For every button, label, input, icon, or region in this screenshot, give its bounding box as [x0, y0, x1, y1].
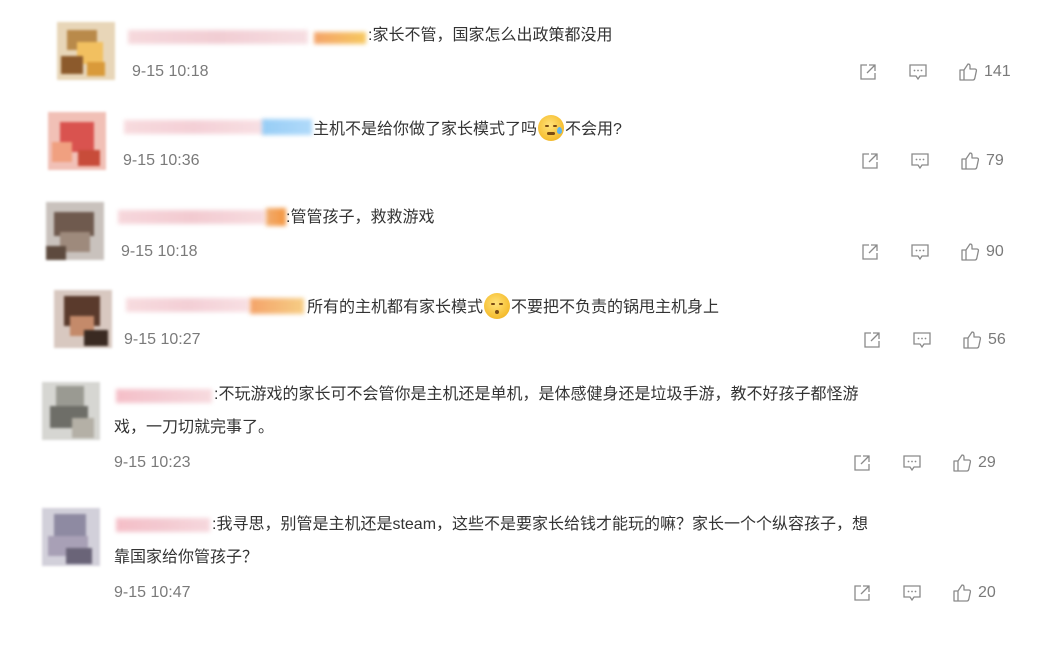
- comment-text: :我寻思，别管是主机还是steam，这些不是要家长给钱才能玩的嘛？家长一个个纵容…: [212, 516, 869, 533]
- timestamp: 9-15 10:27: [124, 331, 201, 348]
- share-icon[interactable]: [860, 151, 880, 171]
- comment-text: :家长不管，国家怎么出政策都没用: [368, 27, 613, 44]
- share-icon[interactable]: [862, 330, 882, 350]
- avatar[interactable]: [46, 202, 104, 260]
- thumbs-up-icon[interactable]: [960, 242, 980, 262]
- user-badge: [250, 298, 304, 314]
- comment-actions: 90: [860, 240, 1004, 264]
- username[interactable]: [116, 389, 212, 403]
- like-count: 141: [984, 63, 1011, 80]
- share-icon[interactable]: [852, 583, 872, 603]
- comment-actions: 79: [860, 149, 1004, 173]
- username[interactable]: [124, 120, 264, 134]
- like-count: 29: [978, 454, 996, 471]
- comment-icon[interactable]: [910, 151, 930, 171]
- comment-text: 主机不是给你做了家长模式了吗 不会用?: [313, 115, 622, 141]
- user-badge: [262, 119, 312, 135]
- share-icon[interactable]: [858, 62, 878, 82]
- avatar[interactable]: [54, 290, 112, 348]
- comment-text: :管管孩子，救救游戏: [286, 209, 435, 226]
- sweat-smile-emoji: [538, 115, 565, 141]
- thumbs-up-icon[interactable]: [960, 151, 980, 171]
- comment-icon[interactable]: [902, 583, 922, 603]
- comment-text: 所有的主机都有家长模式 不要把不负责的锅甩主机身上: [307, 293, 719, 319]
- comment-actions: 56: [862, 328, 1006, 352]
- user-badge: [314, 32, 366, 44]
- share-icon[interactable]: [852, 453, 872, 473]
- comment-icon[interactable]: [910, 242, 930, 262]
- comment-text-continuation: 靠国家给你管孩子？: [114, 549, 259, 566]
- comment-icon[interactable]: [902, 453, 922, 473]
- comment-icon[interactable]: [908, 62, 928, 82]
- username[interactable]: [116, 518, 210, 532]
- timestamp: 9-15 10:36: [123, 152, 200, 169]
- thumbs-up-icon[interactable]: [952, 583, 972, 603]
- timestamp: 9-15 10:18: [132, 63, 209, 80]
- shush-emoji: [484, 293, 511, 319]
- comment-text: :不玩游戏的家长可不会管你是主机还是单机，是体感健身还是垃圾手游，教不好孩子都怪…: [214, 386, 859, 403]
- like-count: 56: [988, 331, 1006, 348]
- thumbs-up-icon[interactable]: [952, 453, 972, 473]
- like-count: 90: [986, 243, 1004, 260]
- thumbs-up-icon[interactable]: [958, 62, 978, 82]
- avatar[interactable]: [42, 382, 100, 440]
- thumbs-up-icon[interactable]: [962, 330, 982, 350]
- comment-actions: 29: [852, 451, 996, 475]
- comment-actions: 141: [858, 60, 1011, 84]
- timestamp: 9-15 10:18: [121, 243, 198, 260]
- username[interactable]: [128, 30, 308, 44]
- like-count: 79: [986, 152, 1004, 169]
- comment-text-continuation: 戏，一刀切就完事了。: [114, 419, 275, 436]
- avatar[interactable]: [42, 508, 100, 566]
- timestamp: 9-15 10:47: [114, 584, 191, 601]
- comment-actions: 20: [852, 581, 996, 605]
- like-count: 20: [978, 584, 996, 601]
- avatar[interactable]: [57, 22, 115, 80]
- share-icon[interactable]: [860, 242, 880, 262]
- avatar[interactable]: [48, 112, 106, 170]
- timestamp: 9-15 10:23: [114, 454, 191, 471]
- user-badge: [266, 208, 286, 226]
- comment-icon[interactable]: [912, 330, 932, 350]
- username[interactable]: [118, 210, 266, 224]
- username[interactable]: [126, 298, 250, 312]
